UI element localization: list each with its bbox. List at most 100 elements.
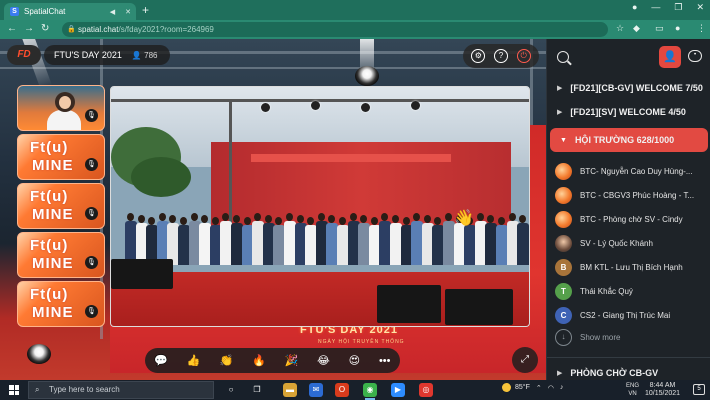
tray-chevron-icon[interactable]: ⌃ bbox=[536, 384, 542, 392]
weather-widget[interactable]: 85°F bbox=[502, 383, 530, 392]
stage-light bbox=[355, 66, 379, 86]
tab-close-icon[interactable]: ✕ bbox=[125, 8, 131, 16]
arrow-down-icon: ↓ bbox=[555, 329, 572, 346]
back-arrow-icon[interactable]: ← bbox=[7, 23, 17, 34]
laugh-icon[interactable]: 😂 bbox=[317, 354, 330, 367]
participant-tile[interactable]: Ft(u) MINE 🎙 bbox=[17, 183, 105, 229]
cast-icon[interactable]: ▭ bbox=[655, 23, 664, 34]
crowd-person-head bbox=[158, 213, 166, 221]
leave-power-icon[interactable]: ⏻ bbox=[516, 49, 531, 63]
member-row[interactable]: BTC - Phòng chờ SV - Cindy bbox=[555, 208, 707, 230]
help-icon[interactable]: ? bbox=[493, 49, 508, 63]
caret-right-icon: ▶ bbox=[557, 109, 563, 116]
crowd-person-head bbox=[508, 213, 516, 221]
member-name: BM KTL - Lưu Thị Bích Hạnh bbox=[580, 262, 683, 272]
chat-icon[interactable]: • bbox=[688, 50, 702, 62]
member-row[interactable]: B BM KTL - Lưu Thị Bích Hạnh bbox=[555, 256, 707, 278]
file-explorer-icon[interactable]: ▬ bbox=[283, 383, 297, 397]
language-indicator[interactable]: ENG VN bbox=[626, 382, 639, 398]
taskbar-search-input[interactable]: ⌕ Type here to search bbox=[28, 381, 214, 399]
forward-arrow-icon[interactable]: → bbox=[24, 23, 34, 34]
volume-icon[interactable]: ♪ bbox=[560, 384, 564, 391]
crowd-person-head bbox=[519, 215, 527, 223]
participant-video-tile[interactable]: 🎙 bbox=[17, 85, 105, 131]
video-truss bbox=[111, 99, 529, 102]
sidebar-room[interactable]: ▶ [FD21][SV] WELCOME 4/50 bbox=[547, 100, 710, 124]
more-icon[interactable]: ••• bbox=[379, 355, 391, 367]
url-path: /s/fday2021?room=264969 bbox=[118, 25, 214, 34]
extensions-icon[interactable]: ◆ bbox=[633, 23, 640, 34]
fire-icon[interactable]: 🔥 bbox=[252, 354, 266, 367]
crowd-person-head bbox=[148, 217, 156, 225]
minimize-button[interactable]: — bbox=[651, 2, 660, 13]
bookmark-star-icon[interactable]: ☆ bbox=[616, 23, 624, 34]
member-name: Thái Khắc Quý bbox=[580, 286, 633, 296]
chat-bubble-icon[interactable]: 💬 bbox=[154, 354, 168, 367]
member-row[interactable]: C CS2 - Giang Thị Trúc Mai bbox=[555, 304, 707, 326]
mic-muted-icon: 🎙 bbox=[85, 109, 98, 122]
language-bottom: VN bbox=[628, 391, 637, 397]
sidebar-room[interactable]: ▶ [FD21][CB-GV] WELCOME 7/50 bbox=[547, 76, 710, 100]
party-icon[interactable]: 🎉 bbox=[284, 354, 298, 367]
participant-tile[interactable]: Ft(u) MINE 🎙 bbox=[17, 134, 105, 180]
shared-video-screen[interactable]: 👋 bbox=[110, 86, 530, 327]
member-row[interactable]: BTC- Nguyễn Cao Duy Hùng-... bbox=[555, 160, 707, 182]
user-icon[interactable]: 👤 bbox=[659, 46, 681, 68]
spatialchat-favicon-icon: S bbox=[10, 7, 19, 16]
clap-icon[interactable]: 👏 bbox=[219, 354, 233, 367]
reactions-bar: 💬 👍 👏 🔥 🎉 😂 😍 ••• bbox=[145, 348, 400, 373]
taskbar-clock[interactable]: 8:44 AM 10/15/2021 bbox=[645, 382, 680, 398]
mic-muted-icon: 🎙 bbox=[85, 158, 98, 171]
search-icon[interactable] bbox=[557, 51, 569, 63]
record-icon[interactable]: ● bbox=[632, 2, 637, 13]
participant-count: 👤 786 bbox=[132, 51, 158, 60]
chrome-icon[interactable]: ◉ bbox=[363, 383, 377, 400]
participant-tile[interactable]: Ft(u) MINE 🎙 bbox=[17, 281, 105, 327]
window-controls: ● — ❐ ✕ bbox=[632, 2, 704, 13]
profile-avatar[interactable]: ● bbox=[675, 23, 680, 33]
settings-gear-icon[interactable]: ⚙ bbox=[471, 49, 486, 63]
crowd-person-head bbox=[127, 213, 134, 221]
task-view-icon[interactable]: ❐ bbox=[250, 383, 264, 397]
video-light bbox=[261, 103, 270, 112]
clock-date: 10/15/2021 bbox=[645, 390, 681, 397]
notifications-icon[interactable]: 5 bbox=[693, 384, 705, 395]
show-more-button[interactable]: ↓ Show more bbox=[555, 329, 620, 346]
event-logo[interactable]: FD bbox=[7, 45, 41, 65]
crowd-person-body bbox=[517, 223, 529, 265]
room-name: FTU'S DAY 2021 bbox=[54, 50, 122, 60]
sidebar-room-active[interactable]: ▼ HỘI TRƯỜNG 628/1000 bbox=[550, 128, 708, 152]
thumbs-up-icon[interactable]: 👍 bbox=[187, 354, 201, 367]
participant-tile[interactable]: Ft(u) MINE 🎙 bbox=[17, 232, 105, 278]
crowd-person-head bbox=[201, 215, 209, 223]
close-window-button[interactable]: ✕ bbox=[696, 2, 704, 13]
room-label: [FD21][SV] WELCOME 4/50 bbox=[570, 107, 686, 117]
browser-menu-icon[interactable]: ⋮ bbox=[697, 23, 706, 34]
url-input[interactable]: 🔒 spatial.chat/s/fday2021?room=264969 bbox=[62, 22, 608, 37]
reload-icon[interactable]: ↻ bbox=[41, 23, 49, 34]
member-row[interactable]: BTC - CBGV3 Phúc Hoàng - T... bbox=[555, 184, 707, 206]
crowd-person-head bbox=[381, 213, 389, 221]
app-icon[interactable]: ◎ bbox=[419, 383, 433, 397]
room-title-pill[interactable]: FTU'S DAY 2021 👤 786 bbox=[44, 45, 170, 65]
url-host: spatial.chat bbox=[78, 25, 119, 34]
member-avatar bbox=[555, 186, 572, 204]
windows-start-icon[interactable] bbox=[9, 385, 19, 395]
maximize-button[interactable]: ❐ bbox=[674, 2, 682, 13]
tab-audio-icon[interactable]: ◀ bbox=[110, 8, 115, 16]
new-tab-button[interactable]: + bbox=[142, 3, 149, 17]
address-bar-row: ← → ↻ 🔒 spatial.chat/s/fday2021?room=264… bbox=[0, 20, 710, 39]
zoom-icon[interactable]: ▶ bbox=[391, 383, 405, 397]
video-light bbox=[411, 101, 420, 110]
browser-tab[interactable]: S SpatialChat ◀ ✕ bbox=[4, 3, 136, 20]
fullscreen-icon[interactable]: ⤢ bbox=[512, 347, 538, 373]
caret-right-icon: ▶ bbox=[557, 85, 563, 92]
office-icon[interactable]: O bbox=[335, 383, 349, 397]
outlook-icon[interactable]: ✉ bbox=[309, 383, 323, 397]
member-row[interactable]: T Thái Khắc Quý bbox=[555, 280, 707, 302]
member-row[interactable]: SV - Lý Quốc Khánh bbox=[555, 232, 707, 254]
wifi-icon[interactable]: ◠ bbox=[548, 384, 554, 392]
heart-eyes-icon[interactable]: 😍 bbox=[349, 354, 360, 367]
member-avatar: T bbox=[555, 282, 572, 300]
cortana-icon[interactable]: ○ bbox=[224, 383, 238, 397]
